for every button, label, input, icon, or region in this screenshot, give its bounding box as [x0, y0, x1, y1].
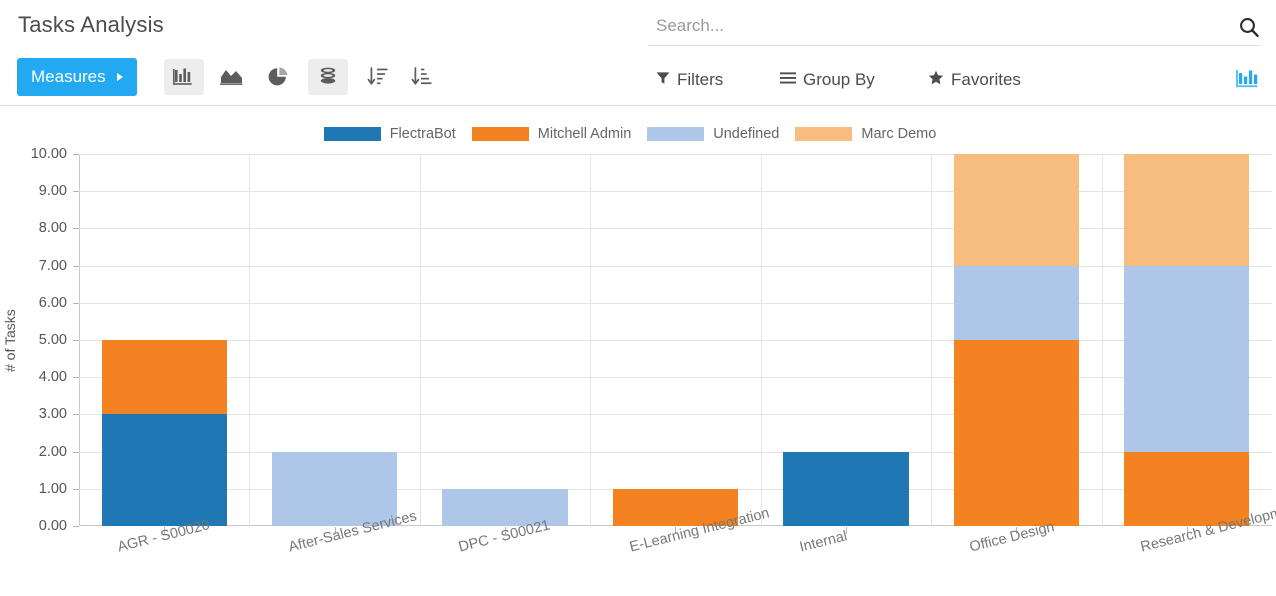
- y-tick-mark: [73, 302, 79, 304]
- bar-segment[interactable]: [953, 265, 1079, 340]
- y-tick-mark: [73, 265, 79, 267]
- y-tick-mark: [73, 228, 79, 230]
- legend-label: Mitchell Admin: [537, 126, 632, 142]
- tasks-analysis-graph-view: Tasks Analysis Measures: [0, 0, 1276, 596]
- group-by-menu[interactable]: Group By: [780, 54, 875, 105]
- category-gridline: [249, 154, 250, 526]
- y-tick-label: 0.00: [38, 518, 67, 534]
- y-tick-label: 8.00: [38, 220, 67, 237]
- filters-label: Filters: [677, 69, 724, 89]
- gridline: [79, 228, 1272, 230]
- sort-descending-icon[interactable]: [358, 59, 398, 95]
- legend-label: Marc Demo: [861, 126, 937, 142]
- pie-chart-icon[interactable]: [258, 59, 298, 95]
- category-gridline: [931, 154, 932, 526]
- category-gridline: [761, 154, 762, 526]
- bar-segment[interactable]: [1124, 154, 1250, 266]
- bar-segment[interactable]: [1124, 265, 1250, 452]
- y-tick-mark: [73, 191, 79, 193]
- bar-segment[interactable]: [101, 414, 227, 526]
- category-gridline: [420, 154, 421, 526]
- gridline: [79, 377, 1272, 379]
- gridline: [79, 340, 1272, 341]
- y-tick-mark: [73, 414, 79, 416]
- gridline: [79, 414, 1272, 416]
- legend-swatch: [795, 127, 853, 141]
- legend-swatch: [323, 127, 381, 141]
- bar-chart-icon[interactable]: [164, 59, 204, 95]
- y-tick-label: 7.00: [38, 257, 67, 274]
- chart-legend: FlectraBot Mitchell Admin Undefined Marc De…: [0, 126, 1276, 142]
- y-tick-label: 10.00: [30, 146, 67, 162]
- bar-segment[interactable]: [953, 340, 1079, 526]
- hamburger-icon: [780, 70, 796, 90]
- y-tick-label: 9.00: [38, 183, 67, 200]
- area-chart-icon[interactable]: [212, 59, 252, 95]
- control-panel-top-row: Tasks Analysis: [0, 0, 1276, 54]
- gridline: [79, 302, 1272, 304]
- star-icon: [928, 70, 944, 90]
- gridline: [79, 265, 1272, 267]
- y-tick-mark: [73, 340, 79, 341]
- bar-segment[interactable]: [783, 451, 909, 526]
- category-gridline: [1102, 154, 1103, 526]
- y-tick-label: 2.00: [38, 443, 67, 460]
- gridline: [79, 154, 1272, 155]
- measures-label: Measures: [31, 67, 106, 86]
- control-panel-bottom-row: Measures Filters Group By Favorites: [0, 54, 1276, 105]
- search-view: [648, 10, 1260, 46]
- y-tick-mark: [73, 526, 79, 527]
- y-axis-title: # of Tasks: [2, 309, 18, 372]
- favorites-label: Favorites: [951, 69, 1021, 89]
- y-tick-mark: [73, 377, 79, 379]
- bar-segment[interactable]: [1124, 451, 1250, 526]
- y-tick-mark: [73, 451, 79, 453]
- legend-item[interactable]: FlectraBot: [323, 126, 456, 142]
- category-gridline: [590, 154, 591, 526]
- y-tick-mark: [73, 154, 79, 155]
- measures-button[interactable]: Measures: [17, 58, 137, 96]
- stacked-icon[interactable]: [308, 59, 348, 95]
- legend-item[interactable]: Undefined: [647, 126, 779, 142]
- bar-chart-view-icon[interactable]: [1234, 66, 1262, 92]
- y-tick-label: 3.00: [38, 406, 67, 423]
- sort-ascending-icon[interactable]: [402, 59, 442, 95]
- filter-icon: [656, 70, 670, 90]
- y-tick-label: 1.00: [38, 480, 67, 497]
- bar-segment[interactable]: [272, 451, 398, 526]
- plot-area: [79, 154, 1272, 526]
- y-tick-mark: [73, 488, 79, 490]
- group-by-label: Group By: [803, 69, 875, 89]
- search-icon[interactable]: [1234, 12, 1264, 42]
- legend-swatch: [647, 127, 705, 141]
- favorites-menu[interactable]: Favorites: [928, 54, 1021, 105]
- gridline: [79, 451, 1272, 453]
- bar-segment[interactable]: [953, 154, 1079, 266]
- filters-menu[interactable]: Filters: [656, 54, 723, 105]
- legend-label: FlectraBot: [389, 126, 456, 142]
- graph-renderer: FlectraBot Mitchell Admin Undefined Marc De…: [0, 107, 1276, 596]
- legend-item[interactable]: Marc Demo: [795, 126, 936, 142]
- gridline: [79, 191, 1272, 193]
- control-panel: Tasks Analysis Measures: [0, 0, 1276, 106]
- x-tick-label: Internal: [797, 528, 849, 556]
- bar-segment[interactable]: [442, 488, 568, 526]
- chevron-right-icon: [116, 73, 123, 81]
- breadcrumb[interactable]: Tasks Analysis: [18, 12, 164, 38]
- legend-item[interactable]: Mitchell Admin: [471, 126, 632, 142]
- search-input[interactable]: [654, 12, 1214, 40]
- legend-label: Undefined: [713, 126, 780, 142]
- bar-segment[interactable]: [101, 340, 227, 415]
- legend-swatch: [471, 127, 529, 141]
